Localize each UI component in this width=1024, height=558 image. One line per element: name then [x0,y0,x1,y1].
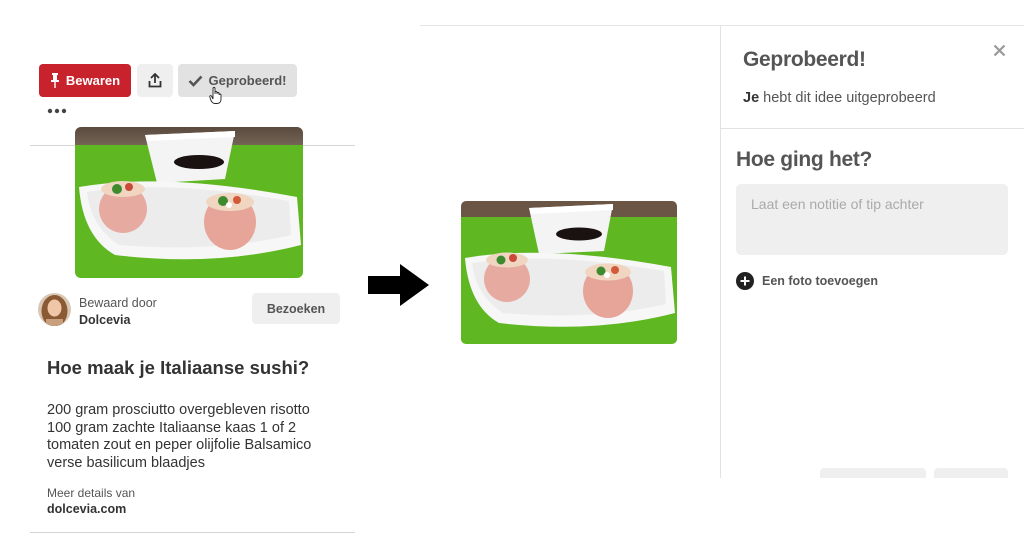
divider [721,128,1024,129]
pin-title: Hoe maak je Italiaanse sushi? [47,357,310,378]
divider [30,532,355,533]
save-button[interactable]: Bewaren [39,64,131,97]
tried-button[interactable]: Geprobeerd! [178,64,297,97]
add-photo-label: Een foto toevoegen [762,274,878,288]
tried-it-modal: Geprobeerd! Je hebt dit idee uitgeprobee… [720,26,1024,478]
done-button[interactable] [934,468,1008,478]
note-input[interactable] [736,184,1008,255]
source-link[interactable]: dolcevia.com [47,502,126,516]
modal-title: Geprobeerd! [743,48,866,71]
pin-description: 200 gram prosciutto overgebleven risotto… [47,402,312,471]
hand-cursor-icon [209,87,222,104]
pin-icon [50,73,59,88]
ellipsis-icon[interactable] [47,108,67,114]
plus-circle-icon [736,272,754,290]
how-did-it-go-heading: Hoe ging het? [736,148,873,171]
subtitle-text: hebt dit idee uitgeprobeerd [759,90,936,106]
saved-by-label: Bewaard door [79,296,157,310]
share-icon [148,73,162,88]
saved-by-user-link[interactable]: Dolcevia [79,313,130,327]
pin-image[interactable] [75,127,303,278]
close-icon[interactable] [993,44,1006,57]
avatar[interactable] [38,293,71,326]
save-button-label: Bewaren [65,73,121,88]
more-details-label: Meer details van [47,486,136,500]
cancel-button[interactable] [820,468,926,478]
visit-button-label: Bezoeken [266,301,326,316]
pin-image [461,201,677,344]
pin-closeup-panel: Bewaren Geprobeerd! Bewaard door Dolcevi… [0,0,370,558]
subtitle-bold: Je [743,90,760,106]
visit-button[interactable]: Bezoeken [252,293,340,324]
tried-button-label: Geprobeerd! [208,73,287,88]
modal-subtitle: Je hebt dit idee uitgeprobeerd [743,90,936,106]
add-photo-button[interactable]: Een foto toevoegen [736,272,878,290]
arrow-right-icon [368,264,429,306]
check-icon [189,75,203,87]
share-button[interactable] [137,64,173,97]
